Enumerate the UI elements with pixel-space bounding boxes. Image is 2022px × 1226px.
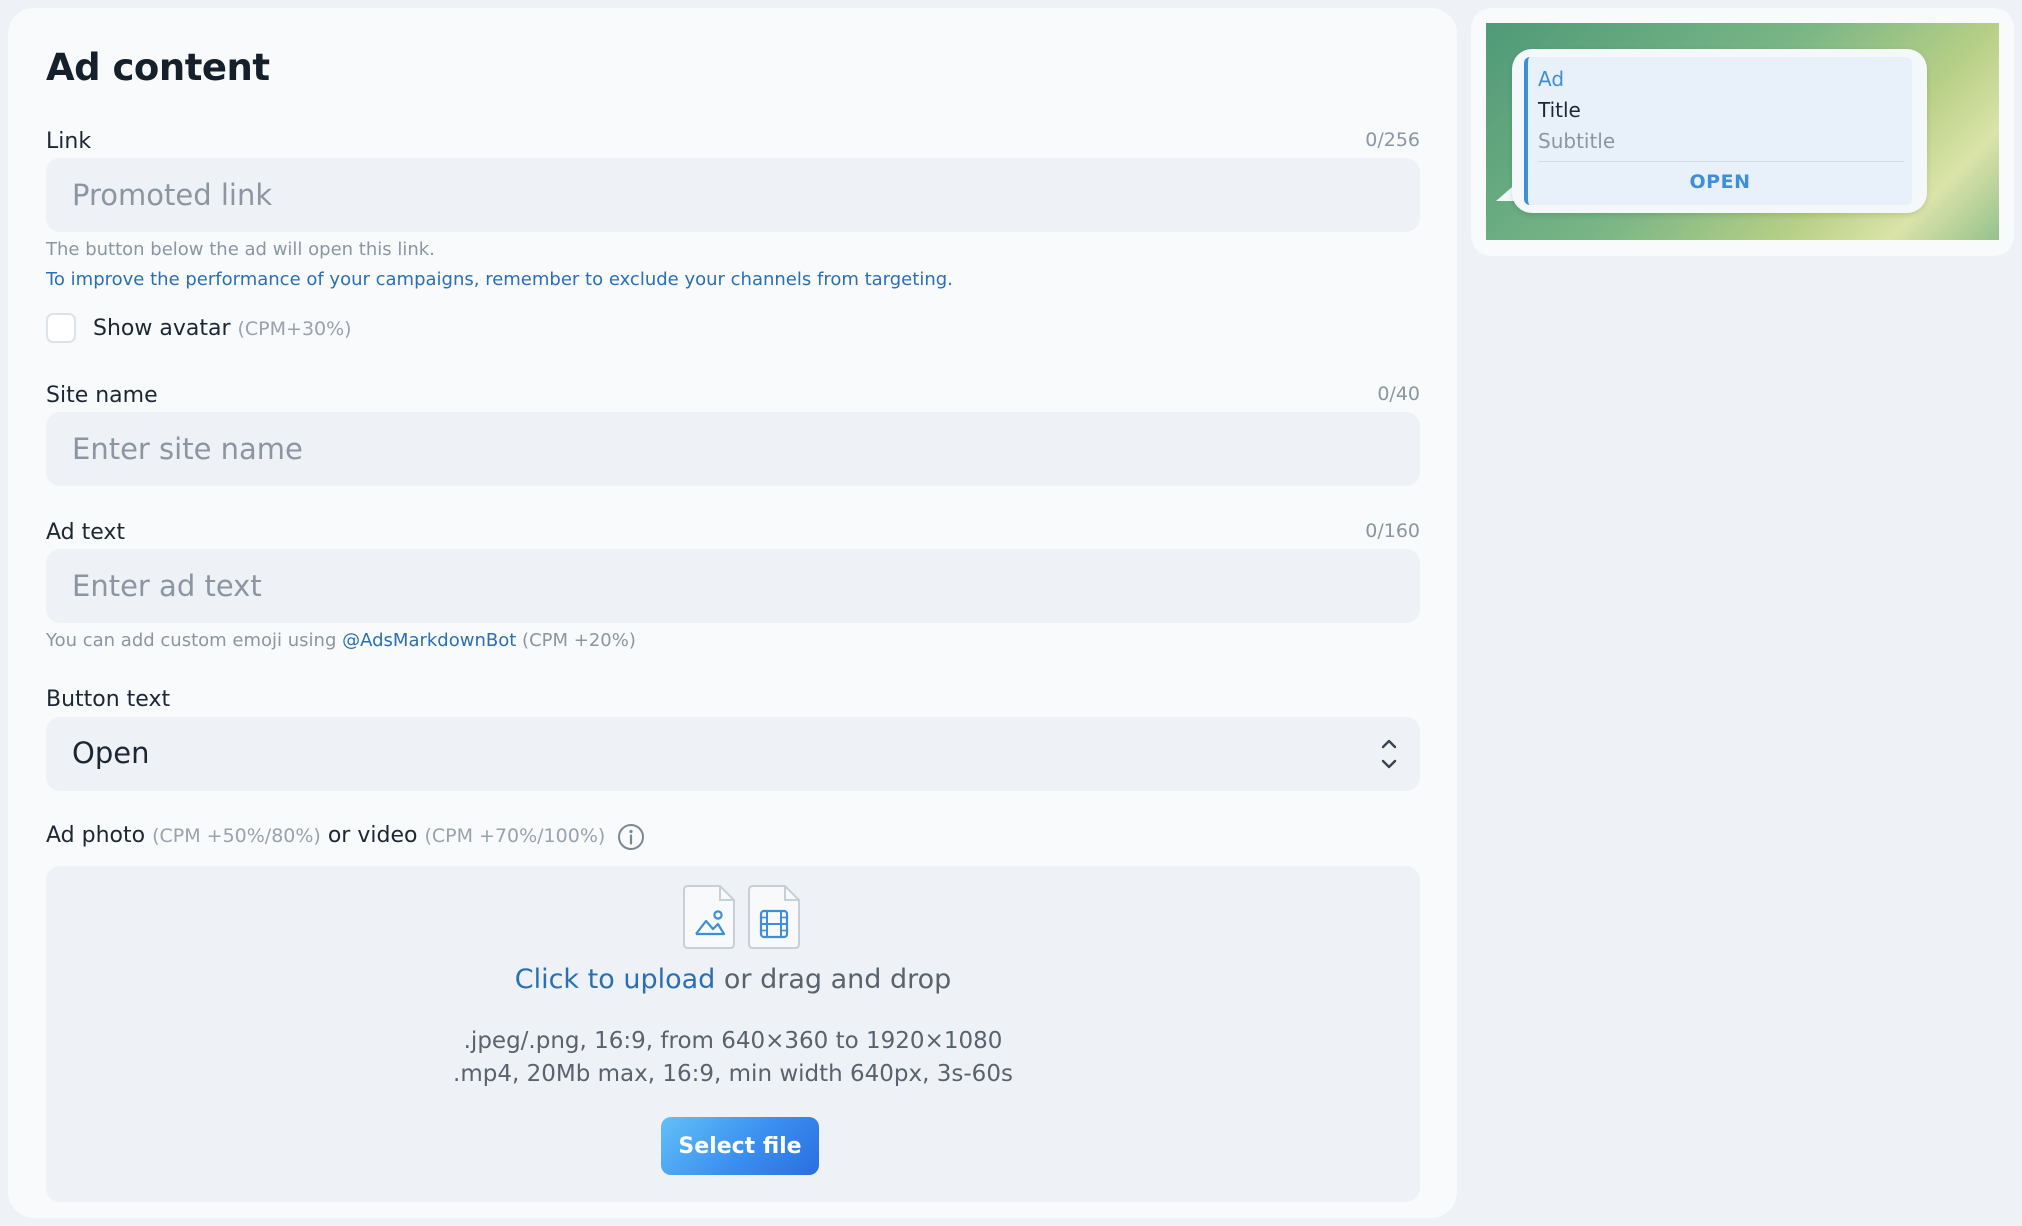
ads-markdown-bot-link[interactable]: @AdsMarkdownBot — [342, 630, 516, 651]
ad-preview-divider — [1538, 161, 1904, 162]
button-text-selected-value: Open — [72, 736, 150, 770]
site-name-counter: 0/40 — [1377, 383, 1420, 405]
page-title: Ad content — [46, 46, 270, 89]
chat-background: Ad Title Subtitle OPEN — [1486, 23, 1999, 240]
ad-preview-title: Title — [1538, 98, 1581, 122]
ad-text-field[interactable] — [46, 549, 1420, 623]
ad-text-hint-prefix: You can add custom emoji using — [46, 630, 337, 651]
link-hint: The button below the ad will open this l… — [46, 239, 435, 260]
or-video-text: or video — [327, 823, 418, 848]
button-text-select[interactable]: Open — [46, 717, 1420, 791]
link-input[interactable] — [46, 158, 1420, 232]
click-to-upload-link[interactable]: Click to upload — [515, 964, 716, 995]
ad-preview-panel: Ad Title Subtitle OPEN — [1471, 8, 2014, 256]
ad-preview-open-button: OPEN — [1689, 171, 1751, 193]
ad-text-hint-cpm: (CPM +20%) — [522, 630, 636, 651]
show-avatar-text: Show avatar — [93, 316, 231, 341]
ad-text-label: Ad text — [46, 520, 126, 545]
ad-photo-text: Ad photo — [46, 823, 146, 848]
image-spec: .jpeg/.png, 16:9, from 640×360 to 1920×1… — [463, 1028, 1003, 1054]
site-name-input[interactable] — [46, 412, 1420, 486]
drag-drop-text: or drag and drop — [723, 964, 952, 995]
button-text-label: Button text — [46, 687, 171, 712]
media-dropzone[interactable]: Click to upload or drag and drop .jpeg/.… — [46, 866, 1420, 1202]
info-icon[interactable] — [616, 822, 646, 852]
chevron-up-down-icon — [1381, 739, 1397, 769]
link-label: Link — [46, 129, 92, 154]
exclude-channels-hint: To improve the performance of your campa… — [46, 269, 953, 290]
ad-preview-subtitle: Subtitle — [1538, 129, 1616, 153]
ad-text-counter: 0/160 — [1365, 520, 1420, 542]
ad-preview-card: Ad Title Subtitle OPEN — [1524, 57, 1912, 205]
link-field[interactable] — [46, 158, 1420, 232]
video-file-icon — [748, 885, 800, 949]
site-name-field[interactable] — [46, 412, 1420, 486]
message-bubble: Ad Title Subtitle OPEN — [1512, 49, 1927, 213]
video-spec: .mp4, 20Mb max, 16:9, min width 640px, 3… — [453, 1061, 1013, 1087]
ad-tag: Ad — [1538, 67, 1565, 91]
select-file-button[interactable]: Select file — [661, 1117, 819, 1175]
show-avatar-checkbox[interactable] — [46, 313, 76, 343]
show-avatar-cpm-note: (CPM+30%) — [237, 318, 352, 340]
show-avatar-label[interactable]: Show avatar (CPM+30%) — [93, 316, 352, 341]
image-file-icon — [683, 885, 735, 949]
ad-text-input[interactable] — [46, 549, 1420, 623]
ad-photo-cpm-note: (CPM +50%/80%) — [152, 825, 321, 847]
ad-media-label: Ad photo (CPM +50%/80%) or video (CPM +7… — [46, 823, 605, 848]
video-cpm-note: (CPM +70%/100%) — [424, 825, 606, 847]
link-counter: 0/256 — [1365, 129, 1420, 151]
ad-text-hint: You can add custom emoji using @AdsMarkd… — [46, 630, 636, 651]
site-name-label: Site name — [46, 383, 158, 408]
ad-content-panel: Ad content Link 0/256 The button below t… — [8, 8, 1457, 1218]
upload-instructions: Click to upload or drag and drop — [46, 964, 1420, 995]
